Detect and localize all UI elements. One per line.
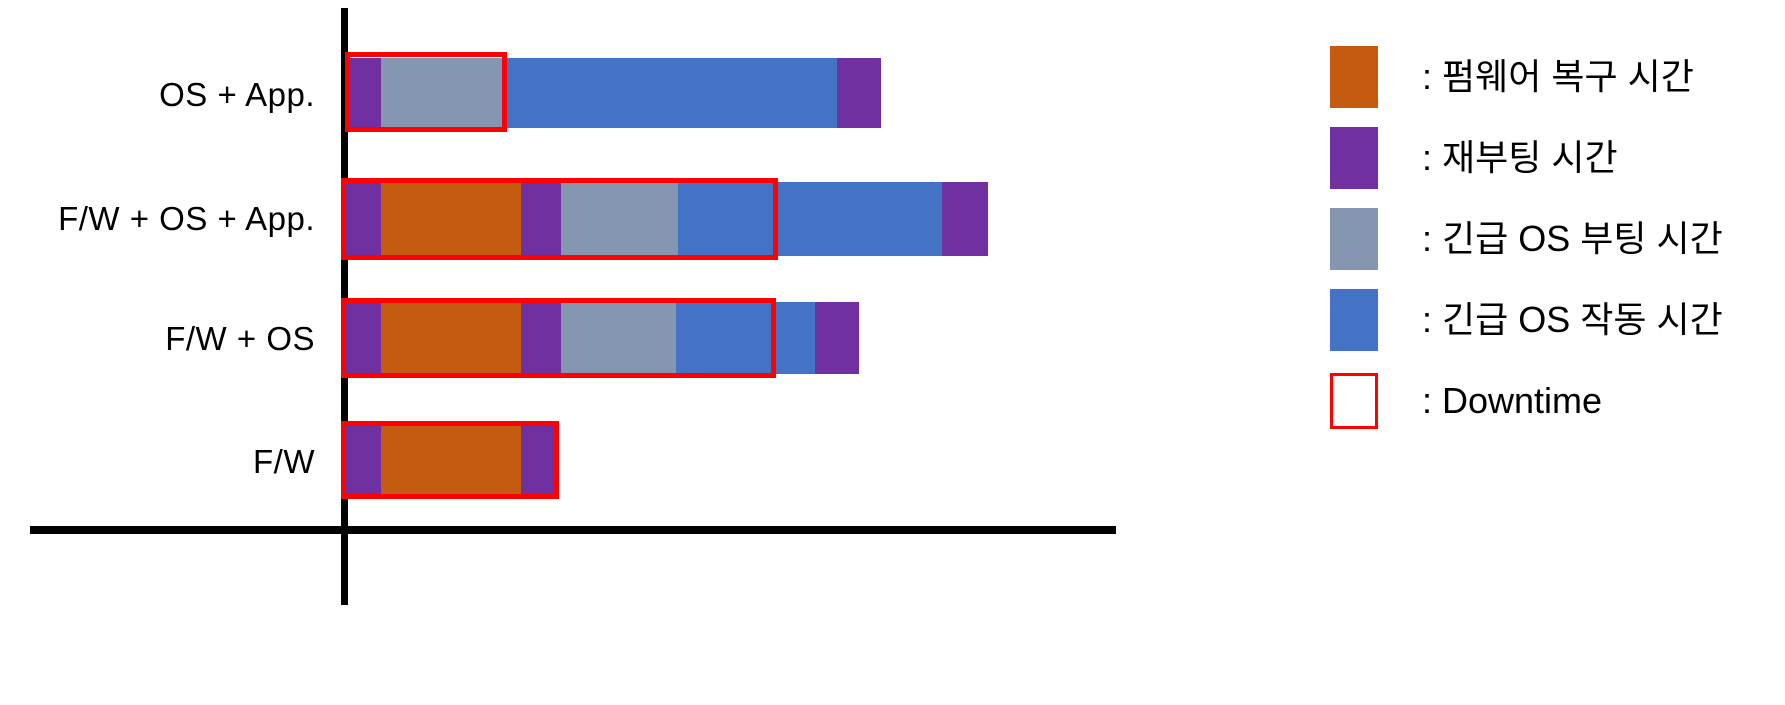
legend-item-firmware-recovery-time: : 펌웨어 복구 시간 xyxy=(1330,46,1770,108)
legend-label: : 긴급 OS 작동 시간 xyxy=(1422,299,1723,340)
bar-segment-reboot2 xyxy=(521,182,561,256)
bar-segment-reboot xyxy=(345,182,381,256)
stacked-bar xyxy=(345,58,881,128)
bar-segment-os_boot xyxy=(381,58,507,128)
legend-swatch-icon xyxy=(1330,373,1378,429)
legend-item-emergency-os-run-time: : 긴급 OS 작동 시간 xyxy=(1330,289,1770,351)
legend-label: : 펌웨어 복구 시간 xyxy=(1422,56,1694,97)
time-axis-line xyxy=(30,526,1116,534)
legend-item-downtime: : Downtime xyxy=(1330,370,1770,432)
legend-label: : 긴급 OS 부팅 시간 xyxy=(1422,218,1723,259)
bar-segment-reboot_end xyxy=(521,425,557,495)
legend-swatch-icon xyxy=(1330,289,1378,351)
category-label-fw: F/W xyxy=(253,443,315,480)
bar-segment-os_run xyxy=(676,302,815,374)
legend-swatch-icon xyxy=(1330,208,1378,270)
chart-legend: : 펌웨어 복구 시간 : 재부팅 시간 : 긴급 OS 부팅 시간 : 긴급 OS … xyxy=(1330,46,1770,451)
legend-swatch-icon xyxy=(1330,46,1378,108)
legend-item-reboot-time: : 재부팅 시간 xyxy=(1330,127,1770,189)
bar-segment-os_boot xyxy=(561,302,676,374)
category-label-fw-os-app: F/W + OS + App. xyxy=(58,200,315,237)
bar-segment-reboot xyxy=(345,58,381,128)
bar-segment-os_run xyxy=(507,58,837,128)
stacked-bar xyxy=(345,425,557,495)
legend-label: : Downtime xyxy=(1422,380,1603,421)
bar-segment-reboot_end xyxy=(837,58,881,128)
bar-segment-reboot xyxy=(345,302,381,374)
bar-segment-fw_recover xyxy=(381,302,521,374)
bar-segment-fw_recover xyxy=(381,182,521,256)
legend-swatch-icon xyxy=(1330,127,1378,189)
bar-segment-reboot xyxy=(345,425,381,495)
stacked-bar xyxy=(345,302,859,374)
bar-segment-reboot_end xyxy=(942,182,988,256)
bar-segment-os_boot xyxy=(561,182,678,256)
category-label-fw-os: F/W + OS xyxy=(165,320,315,357)
stacked-bar xyxy=(345,182,988,256)
bar-segment-reboot2 xyxy=(521,302,561,374)
bar-segment-fw_recover xyxy=(381,425,521,495)
legend-item-emergency-os-boot-time: : 긴급 OS 부팅 시간 xyxy=(1330,208,1770,270)
legend-label: : 재부팅 시간 xyxy=(1422,137,1618,178)
chart-canvas: OS + App. F/W + OS + App. F/W + OS F/W :… xyxy=(0,0,1785,705)
bar-segment-os_run xyxy=(678,182,942,256)
category-label-os-app: OS + App. xyxy=(159,76,315,113)
bar-segment-reboot_end xyxy=(815,302,859,374)
